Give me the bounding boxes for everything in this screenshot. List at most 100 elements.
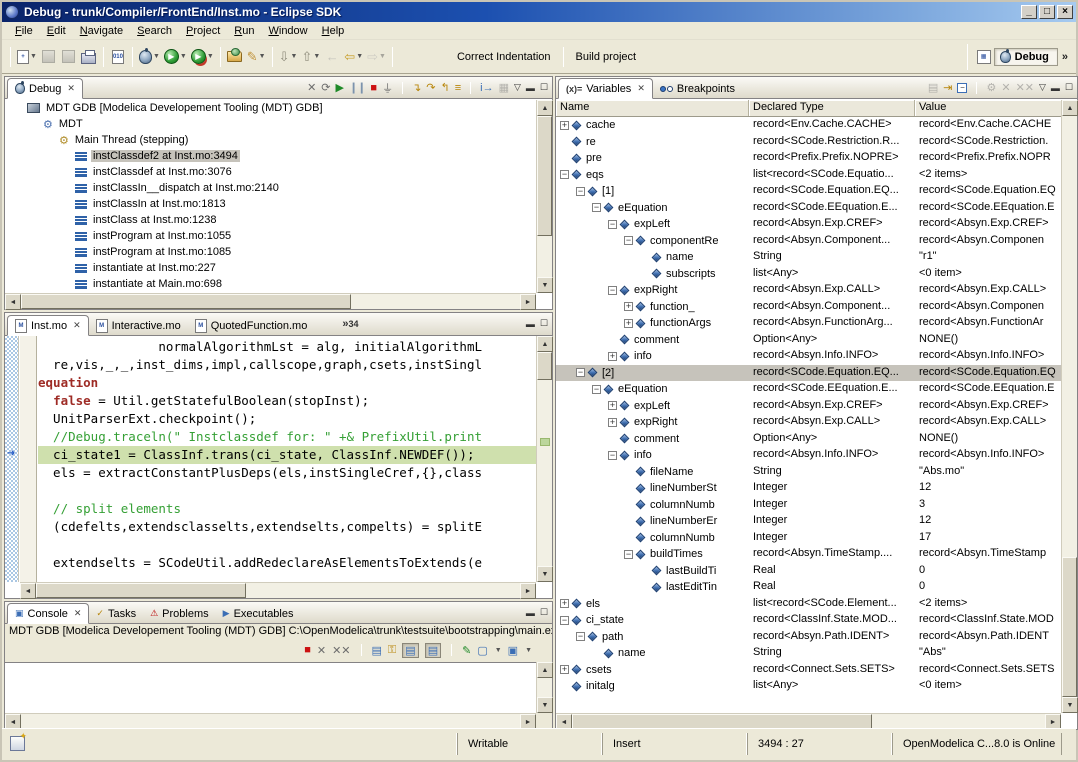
menu-item-search[interactable]: Search (130, 23, 179, 39)
table-row[interactable]: lastBuildTiReal0 (556, 563, 1061, 580)
table-row[interactable]: −eEquationrecord<SCode.EEquation.E...rec… (556, 200, 1061, 217)
close-icon[interactable]: ✕ (74, 608, 82, 619)
close-icon[interactable]: ✕ (637, 83, 645, 94)
table-row[interactable] (556, 695, 1061, 712)
format-brush-button[interactable]: ✎▼ (245, 46, 268, 68)
scroll-left-icon[interactable]: ◄ (20, 583, 36, 599)
terminate-icon[interactable]: ■ (304, 644, 311, 656)
fast-view-button[interactable] (10, 736, 25, 751)
suspend-icon[interactable]: ❙❙ (349, 81, 365, 94)
table-row[interactable]: columnNumbInteger17 (556, 530, 1061, 547)
table-row[interactable]: lineNumberStInteger12 (556, 480, 1061, 497)
scroll-down-icon[interactable]: ▼ (537, 277, 553, 293)
table-row[interactable]: commentOption<Any>NONE() (556, 332, 1061, 349)
scroll-up-icon[interactable]: ▲ (537, 336, 553, 352)
column-header-value[interactable]: Value (915, 100, 1061, 116)
collapse-icon[interactable]: − (608, 451, 617, 460)
table-row[interactable]: −expLeftrecord<Absyn.Exp.CREF>record<Abs… (556, 216, 1061, 233)
step-over-icon[interactable]: ↷ (426, 81, 435, 94)
console-vertical-scrollbar[interactable]: ▲ ▼ (536, 662, 552, 713)
debug-vertical-scrollbar[interactable]: ▲ ▼ (536, 100, 552, 293)
minimize-view-icon[interactable]: ▬ (1051, 83, 1060, 93)
show-output-toggle-icon[interactable]: ▤ (402, 643, 418, 658)
show-type-names-icon[interactable]: ▤ (928, 81, 938, 94)
table-row[interactable]: prerecord<Prefix.Prefix.NOPRE>record<Pre… (556, 150, 1061, 167)
binary-file-button[interactable]: 010 (108, 46, 128, 68)
tab-breakpoints[interactable]: Breakpoints (653, 78, 742, 99)
editor-horizontal-scrollbar[interactable]: ◄ ► (20, 582, 536, 598)
stack-frame[interactable]: instProgram at Inst.mo:1085 (5, 244, 536, 260)
print-button[interactable] (79, 46, 99, 68)
collapse-icon[interactable]: − (576, 187, 585, 196)
collapse-icon[interactable]: − (608, 286, 617, 295)
table-row[interactable]: +elslist<record<SCode.Element...<2 items… (556, 596, 1061, 613)
disconnect-icon[interactable]: ⏚ (382, 80, 393, 96)
debug-thread-node[interactable]: ⚙Main Thread (stepping) (5, 132, 536, 148)
close-button[interactable]: × (1057, 5, 1073, 19)
debug-button[interactable]: ▼ (137, 46, 162, 68)
remove-icon[interactable]: ✕ (1001, 81, 1010, 94)
close-icon[interactable]: ✕ (73, 320, 81, 331)
table-row[interactable]: −buildTimesrecord<Absyn.TimeStamp....rec… (556, 546, 1061, 563)
debug-relaunch-icon[interactable]: ⟳ (321, 81, 330, 94)
stack-frame[interactable]: instClass at Inst.mo:1238 (5, 212, 536, 228)
expand-icon[interactable]: + (608, 401, 617, 410)
collapse-icon[interactable]: − (608, 220, 617, 229)
stack-frame[interactable]: instClassIn at Inst.mo:1813 (5, 196, 536, 212)
menu-item-file[interactable]: File (8, 23, 40, 39)
maximize-view-icon[interactable]: ☐ (1065, 82, 1073, 93)
menu-item-edit[interactable]: Edit (40, 23, 73, 39)
next-annotation-button[interactable]: ⇩▼ (277, 46, 300, 68)
collapse-icon[interactable]: − (592, 203, 601, 212)
maximize-view-icon[interactable]: ☐ (540, 607, 548, 618)
expand-icon[interactable]: + (560, 121, 569, 130)
table-row[interactable]: −componentRerecord<Absyn.Component...rec… (556, 233, 1061, 250)
table-row[interactable]: nameString"Abs" (556, 645, 1061, 662)
scroll-up-icon[interactable]: ▲ (537, 100, 553, 116)
collapse-icon[interactable]: − (592, 385, 601, 394)
drop-to-frame-icon[interactable]: ≡ (455, 82, 461, 94)
editor-tab-inst-mo[interactable]: MInst.mo✕ (7, 315, 89, 336)
table-row[interactable]: −ci_staterecord<ClassInf.State.MOD...rec… (556, 612, 1061, 629)
run-button[interactable]: ▶▼ (162, 46, 189, 68)
maximize-view-icon[interactable]: ☐ (540, 82, 548, 93)
expand-icon[interactable]: + (560, 599, 569, 608)
collapse-all-icon[interactable]: − (957, 83, 967, 93)
table-row[interactable]: columnNumbInteger3 (556, 497, 1061, 514)
tab-tasks[interactable]: ✓Tasks (89, 603, 143, 624)
console-horizontal-scrollbar[interactable]: ◄ ► (5, 713, 536, 729)
table-row[interactable]: +expRightrecord<Absyn.Exp.CALL>record<Ab… (556, 414, 1061, 431)
variables-vertical-scrollbar[interactable]: ▲ ▼ (1061, 100, 1077, 713)
table-row[interactable]: −expRightrecord<Absyn.Exp.CALL>record<Ab… (556, 282, 1061, 299)
editor-tab-overflow-button[interactable]: »34 (342, 318, 358, 330)
menu-item-window[interactable]: Window (261, 23, 314, 39)
stack-frame[interactable]: instantiate at Inst.mo:227 (5, 260, 536, 276)
column-header-declared-type[interactable]: Declared Type (749, 100, 915, 116)
tab-debug[interactable]: Debug ✕ (7, 78, 83, 99)
scroll-up-icon[interactable]: ▲ (1062, 100, 1078, 116)
menu-item-help[interactable]: Help (315, 23, 352, 39)
table-row[interactable]: +csetsrecord<Connect.Sets.SETS>record<Co… (556, 662, 1061, 679)
new-watch-icon[interactable]: ⚙ (986, 81, 996, 94)
expand-icon[interactable]: + (560, 665, 569, 674)
open-console-icon[interactable]: ▣ (508, 644, 518, 657)
show-stderr-toggle-icon[interactable]: ▤ (425, 643, 441, 658)
table-row[interactable]: −pathrecord<Absyn.Path.IDENT>record<Absy… (556, 629, 1061, 646)
variables-horizontal-scrollbar[interactable]: ◄ ► (556, 713, 1061, 729)
previous-annotation-button[interactable]: ⇧▼ (299, 46, 322, 68)
display-console-icon[interactable]: ▢ (477, 644, 487, 657)
minimize-view-icon[interactable]: ▬ (526, 83, 535, 93)
scroll-down-icon[interactable]: ▼ (537, 697, 553, 713)
table-row[interactable]: −inforecord<Absyn.Info.INFO>record<Absyn… (556, 447, 1061, 464)
table-row[interactable]: +expLeftrecord<Absyn.Exp.CREF>record<Abs… (556, 398, 1061, 415)
table-row[interactable]: −eEquationrecord<SCode.EEquation.E...rec… (556, 381, 1061, 398)
use-step-filters-icon[interactable]: i→ (480, 82, 493, 94)
forward-button[interactable]: ⇨▼ (365, 46, 388, 68)
expand-icon[interactable]: + (624, 302, 633, 311)
menu-item-navigate[interactable]: Navigate (73, 23, 130, 39)
open-type-button[interactable] (225, 46, 245, 68)
save-button[interactable] (39, 46, 59, 68)
table-row[interactable]: +cacherecord<Env.Cache.CACHE>record<Env.… (556, 117, 1061, 134)
table-row[interactable]: −[1]record<SCode.Equation.EQ...record<SC… (556, 183, 1061, 200)
table-row[interactable]: fileNameString"Abs.mo" (556, 464, 1061, 481)
